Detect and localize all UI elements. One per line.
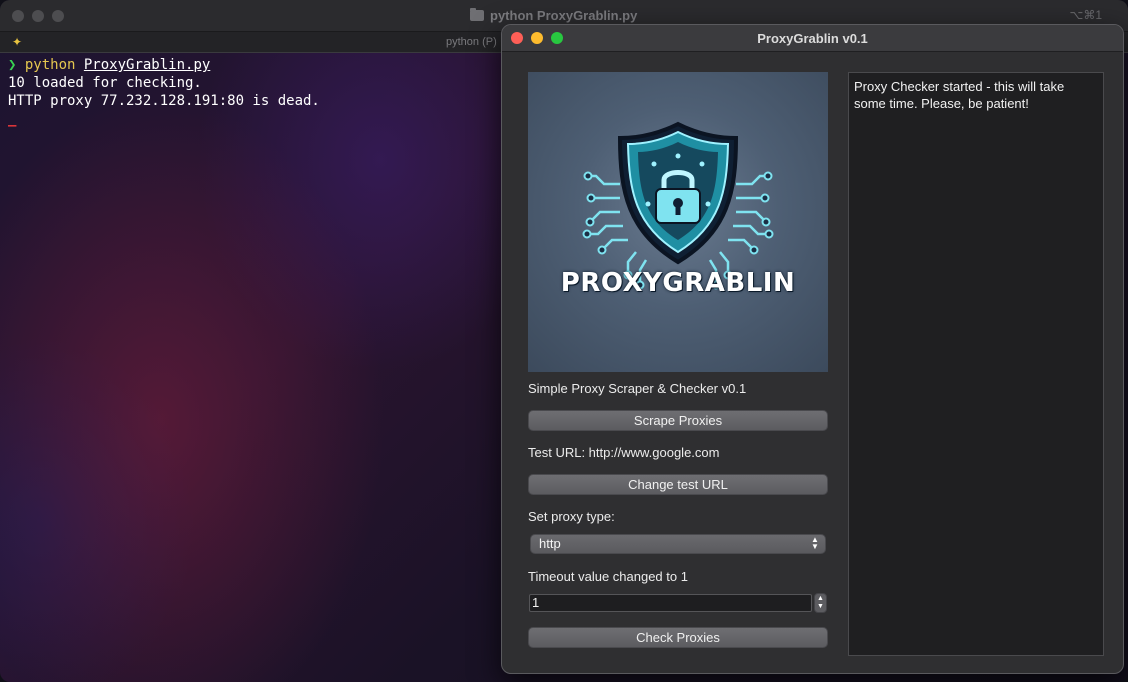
terminal-tab[interactable]: python (P) [446,36,497,48]
app-titlebar: ProxyGrablin v0.1 [502,25,1123,52]
terminal-output[interactable]: ❯ python ProxyGrablin.py 10 loaded for c… [8,56,320,128]
prompt-arrow-icon: ❯ [8,57,25,73]
terminal-command-line: ❯ python ProxyGrablin.py [8,56,320,74]
command-program: python [24,57,76,73]
terminal-output-line: 10 loaded for checking. [8,75,202,91]
log-output[interactable]: Proxy Checker started - this will take s… [848,72,1104,656]
chevron-up-down-icon: ▲ ▼ [811,535,819,551]
change-test-url-button[interactable]: Change test URL [528,474,828,495]
terminal-minimize-button[interactable] [32,10,44,22]
python-icon: ✦ [12,35,23,49]
terminal-cursor: _ [8,111,17,127]
proxy-type-label: Set proxy type: [528,509,615,524]
terminal-zoom-button[interactable] [52,10,64,22]
terminal-close-button[interactable] [12,10,24,22]
check-proxies-button[interactable]: Check Proxies [528,627,828,648]
command-argument: ProxyGrablin.py [83,57,211,73]
terminal-window-controls [12,10,64,22]
test-url-label: Test URL: http://www.google.com [528,445,720,460]
logo-text: PROXYGRABLIN [560,268,796,298]
proxygrablin-window: ProxyGrablin v0.1 PROXYGRABLIN Simple Pr… [501,24,1124,674]
folder-icon [470,8,484,21]
proxygrablin-logo: PROXYGRABLIN [528,72,828,372]
timeout-input[interactable]: 1 [529,594,812,612]
terminal-title: python ProxyGrablin.py [470,8,637,23]
shield-lock-icon [582,121,774,290]
app-subtitle: Simple Proxy Scraper & Checker v0.1 [528,381,747,396]
proxy-type-select[interactable]: http ▲ ▼ [530,534,826,554]
scrape-proxies-button[interactable]: Scrape Proxies [528,410,828,431]
proxy-type-value: http [539,536,561,551]
terminal-output-line: HTTP proxy 77.232.128.191:80 is dead. [8,93,320,109]
terminal-shortcut: ⌥⌘1 [1069,8,1102,22]
timeout-stepper[interactable]: ▲ ▼ [814,593,827,613]
app-title: ProxyGrablin v0.1 [757,31,868,46]
timeout-label: Timeout value changed to 1 [528,569,688,584]
terminal-title-text: python ProxyGrablin.py [490,8,638,23]
